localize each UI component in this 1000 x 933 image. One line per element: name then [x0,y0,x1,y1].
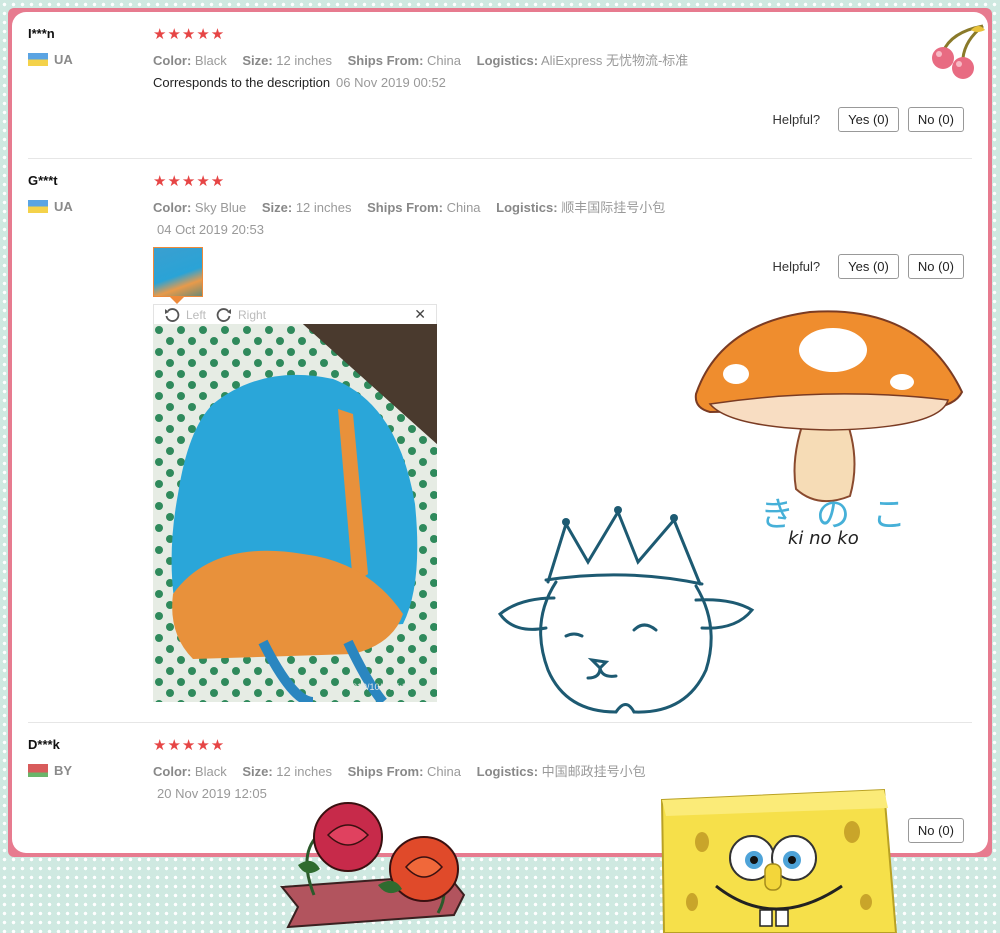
helpful-no-button[interactable]: No (0) [907,818,964,843]
reviewer-country: BY [28,763,72,778]
flag-by-icon [28,764,48,777]
attr-value: China [427,764,462,779]
attr-label: Logistics: [476,764,539,779]
sponge-character-sticker-icon [660,788,898,933]
order-attributes: Color: Black Size: 12 inches Ships From:… [153,761,646,780]
reviewer-name: D***k [28,737,60,752]
review-item: D***k BY ★★★★★ Color: Black Size: 12 inc… [12,12,988,853]
attr-label: Color: [153,764,192,779]
reviews-card: I***n UA ★★★★★ Color: Black Size: 12 inc… [12,12,988,853]
attr-label: Size: [242,764,273,779]
rating-stars: ★★★★★ [153,737,226,754]
attr-value: 12 inches [276,764,332,779]
attr-label: Ships From: [347,764,424,779]
attr-value: Black [194,764,227,779]
roses-sticker-icon [280,802,466,929]
helpful-vote: No (0) [899,818,964,843]
review-date: 20 Nov 2019 12:05 [157,786,267,801]
country-code: BY [54,763,73,778]
attr-value: 中国邮政挂号小包 [541,764,646,779]
